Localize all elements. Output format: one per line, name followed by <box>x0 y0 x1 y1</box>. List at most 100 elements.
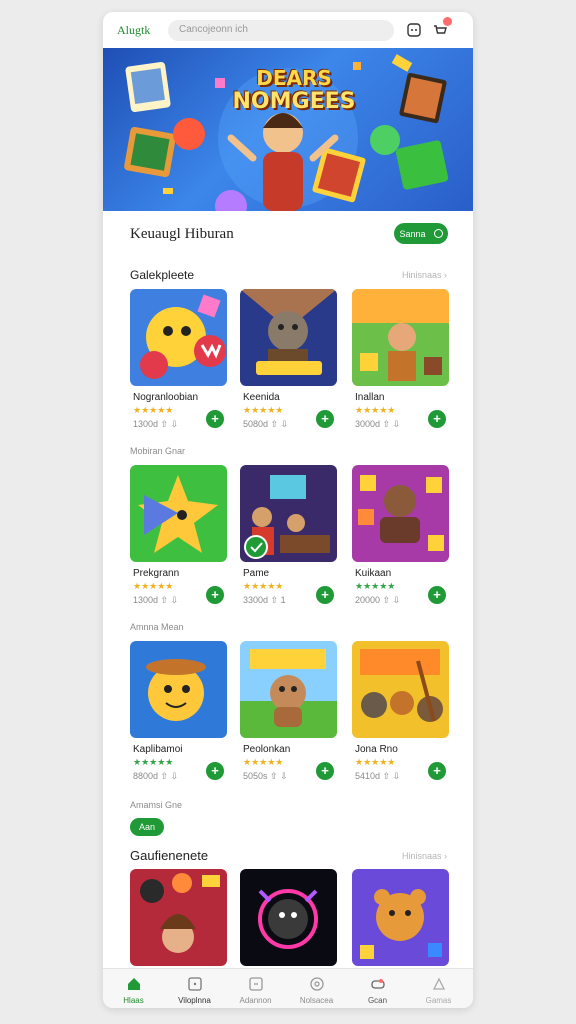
app-thumbnail[interactable] <box>130 869 227 966</box>
star-rating: ★★★★★ <box>243 757 284 767</box>
add-button[interactable]: + <box>316 410 334 428</box>
app-thumbnail[interactable] <box>352 869 449 966</box>
star-rating: ★★★★★ <box>133 581 174 591</box>
app-name: Pame <box>243 568 270 579</box>
filter-chip[interactable]: Aan <box>130 818 164 836</box>
app-meta: 1300d ⇧ ⇩ <box>133 595 179 605</box>
star-rating: ★★★★★ <box>355 757 396 767</box>
arrow-icon <box>433 229 443 238</box>
add-button[interactable]: + <box>316 762 334 780</box>
add-button[interactable]: + <box>206 586 224 604</box>
app-meta: 8800d ⇧ ⇩ <box>133 771 179 781</box>
section-title-5: Gaufienenete <box>130 848 209 863</box>
app-meta: 5080d ⇧ ⇩ <box>243 419 289 429</box>
nav-item-clock[interactable]: Nolsacea <box>286 969 347 1008</box>
category-button[interactable]: Sanna <box>394 223 448 244</box>
app-card[interactable]: Kuikaan ★★★★★ 20000 ⇧ ⇩ + <box>352 465 449 613</box>
add-button[interactable]: + <box>206 762 224 780</box>
star-rating: ★★★★★ <box>133 757 174 767</box>
app-thumbnail[interactable] <box>352 289 449 386</box>
app-thumbnail[interactable] <box>240 869 337 966</box>
app-thumbnail[interactable] <box>240 641 337 738</box>
gamepad-icon[interactable] <box>406 22 422 38</box>
app-meta: 3300d ⇧ 1 <box>243 595 286 605</box>
app-thumbnail[interactable] <box>240 289 337 386</box>
add-button[interactable]: + <box>206 410 224 428</box>
app-logo[interactable]: Alugtk <box>117 23 150 38</box>
star-rating: ★★★★★ <box>243 405 284 415</box>
see-all-link-5[interactable]: Hinisnaas › <box>402 851 447 861</box>
search-input[interactable]: Cancojeonn ich <box>168 20 394 41</box>
filter-chip-label: Aan <box>138 822 155 832</box>
nav-label: Gamas <box>425 996 452 1005</box>
add-button[interactable]: + <box>428 586 446 604</box>
apps-icon <box>249 977 263 991</box>
app-name: Keenida <box>243 392 280 403</box>
cart-icon[interactable] <box>432 17 452 38</box>
add-button[interactable]: + <box>316 586 334 604</box>
app-name: Jona Rno <box>355 744 398 755</box>
app-meta: 3000d ⇧ ⇩ <box>355 419 401 429</box>
app-card[interactable]: Prekgrann ★★★★★ 1300d ⇧ ⇩ + <box>130 465 227 613</box>
add-button[interactable]: + <box>428 762 446 780</box>
app-name: Kuikaan <box>355 568 392 579</box>
hero-title-line1: DEARS <box>256 66 332 90</box>
nav-label: Nolsacea <box>299 996 334 1005</box>
nav-item-home[interactable]: Hlaas <box>103 969 164 1008</box>
app-card[interactable]: Nogranloobian ★★★★★ 1300d ⇧ ⇩ + <box>130 289 227 437</box>
app-card[interactable] <box>352 869 449 966</box>
add-button[interactable]: + <box>428 410 446 428</box>
app-name: Prekgrann <box>133 568 180 579</box>
star-rating: ★★★★★ <box>133 405 174 415</box>
star-rating: ★★★★★ <box>243 581 284 591</box>
bottom-navigation: Hlaas Viloplnna Adannon Nolsacea Gcan Ga… <box>103 968 473 1008</box>
app-thumbnail[interactable] <box>130 641 227 738</box>
app-meta: 5050s ⇧ ⇩ <box>243 771 288 781</box>
section-label-4: Amamsi Gne <box>130 800 183 810</box>
app-name: Peolonkan <box>243 744 291 755</box>
app-thumbnail[interactable] <box>352 641 449 738</box>
app-card[interactable]: Peolonkan ★★★★★ 5050s ⇧ ⇩ + <box>240 641 337 789</box>
app-meta: 5410d ⇧ ⇩ <box>355 771 401 781</box>
nav-label: Adannon <box>239 996 272 1005</box>
section-label-3: Amnna Mean <box>130 622 184 632</box>
app-window: Alugtk Cancojeonn ich DEARS NOMGEES Keua… <box>103 12 473 1008</box>
see-all-link-1[interactable]: Hinisnaas › <box>402 270 447 280</box>
nav-item-profile[interactable]: Gamas <box>408 969 469 1008</box>
app-card[interactable]: Inallan ★★★★★ 3000d ⇧ ⇩ + <box>352 289 449 437</box>
clock-icon <box>310 977 324 991</box>
nav-label: Hlaas <box>123 996 144 1005</box>
nav-label: Gcan <box>367 996 388 1005</box>
app-card[interactable]: Keenida ★★★★★ 5080d ⇧ ⇩ + <box>240 289 337 437</box>
notification-badge <box>443 17 452 26</box>
search-placeholder: Cancojeonn ich <box>179 24 248 35</box>
app-thumbnail[interactable] <box>240 465 337 562</box>
app-card[interactable]: Pame ★★★★★ 3300d ⇧ 1 + <box>240 465 337 613</box>
top-bar: Alugtk Cancojeonn ich <box>103 12 473 48</box>
profile-icon <box>432 977 446 990</box>
app-card[interactable]: Jona Rno ★★★★★ 5410d ⇧ ⇩ + <box>352 641 449 789</box>
star-rating: ★★★★★ <box>355 405 396 415</box>
nav-item-grid[interactable]: Viloplnna <box>164 969 225 1008</box>
app-card[interactable]: Kaplibamoi ★★★★★ 8800d ⇧ ⇩ + <box>130 641 227 789</box>
app-thumbnail[interactable] <box>130 289 227 386</box>
app-meta: 20000 ⇧ ⇩ <box>355 595 401 605</box>
app-thumbnail[interactable] <box>352 465 449 562</box>
app-card[interactable] <box>240 869 337 966</box>
home-icon <box>128 978 140 990</box>
gamepad-icon <box>371 979 385 989</box>
nav-item-games[interactable]: Gcan <box>347 969 408 1008</box>
hero-title: DEARS NOMGEES <box>229 66 359 114</box>
nav-label: Viloplnna <box>178 996 211 1005</box>
section-label-2: Mobiran Gnar <box>130 446 186 456</box>
hero-banner[interactable]: DEARS NOMGEES <box>103 48 473 211</box>
app-thumbnail[interactable] <box>130 465 227 562</box>
hero-title-line2: NOMGEES <box>232 89 356 114</box>
app-name: Kaplibamoi <box>133 744 183 755</box>
grid-icon <box>188 977 202 991</box>
section-title-1: Galekpleete <box>130 268 195 282</box>
nav-item-apps[interactable]: Adannon <box>225 969 286 1008</box>
star-rating: ★★★★★ <box>355 581 396 591</box>
app-name: Nogranloobian <box>133 392 199 403</box>
app-card[interactable] <box>130 869 227 966</box>
